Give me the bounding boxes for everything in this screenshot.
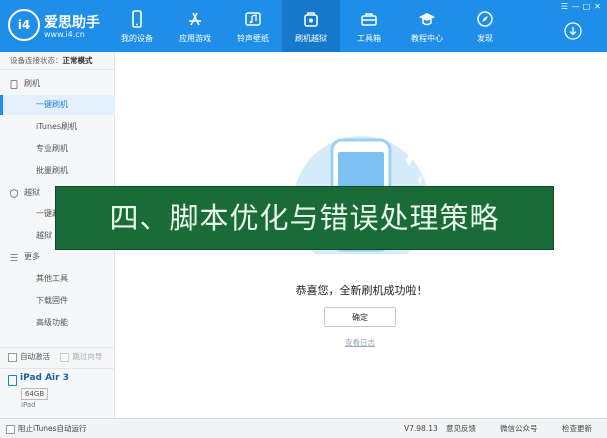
status-label: 设备连接状态： [10, 56, 63, 65]
nav-label: 应用游戏 [179, 34, 211, 43]
sidebar-item-other-tools[interactable]: 其他工具 [0, 269, 115, 289]
nav-label: 发现 [477, 34, 493, 43]
phone-icon [132, 10, 142, 28]
sidebar-item-label: 专业刷机 [36, 144, 68, 153]
device-capacity: 64GB [21, 388, 49, 400]
sidebar-item-one-click-flash[interactable]: 一键刷机 [0, 95, 115, 115]
nav-label: 铃声壁纸 [237, 34, 269, 43]
shield-icon [10, 189, 18, 198]
nav-label: 教程中心 [411, 34, 443, 43]
nav-my-device[interactable]: 我的设备 [108, 0, 166, 52]
device-status: 设备连接状态：正常模式 [0, 52, 115, 70]
sidebar-item-label: 一键刷机 [36, 100, 68, 109]
success-message: 恭喜您，全新刷机成功啦！ [295, 284, 428, 297]
feedback-link[interactable]: 意见反馈 [446, 419, 476, 438]
sidebar-item-itunes-flash[interactable]: iTunes刷机 [0, 117, 115, 137]
skip-guide-checkbox[interactable] [60, 352, 70, 362]
app-store-icon [189, 12, 201, 26]
nav-toolbox[interactable]: 工具箱 [340, 0, 398, 52]
graduation-cap-icon [419, 13, 435, 26]
sidebar-section-flash[interactable]: 刷机 [0, 74, 115, 94]
device-name: iPad Air 3 [20, 373, 69, 383]
compass-icon [477, 11, 493, 27]
brand-name: 爱思助手 [44, 15, 100, 31]
window-controls: ☰ — □ ✕ [559, 2, 603, 11]
auto-activate-checkbox[interactable] [8, 352, 17, 362]
sidebar-item-label: 其他工具 [36, 274, 68, 283]
section-label: 更多 [24, 252, 40, 261]
device-info[interactable]: iPad Air 3 64GB iPad [0, 368, 115, 419]
skip-guide-label: 跳过向导 [72, 352, 103, 361]
confirm-button[interactable]: 确定 [324, 307, 396, 327]
sidebar-item-label: 高级功能 [36, 318, 68, 327]
status-value: 正常模式 [62, 56, 93, 65]
status-bar: 阻止iTunes自动运行 V7.98.13 意见反馈 微信公众号 检查更新 [0, 418, 607, 438]
list-icon [10, 254, 18, 261]
nav-label: 我的设备 [121, 34, 153, 43]
minimize-icon[interactable]: — [570, 2, 581, 11]
nav-label: 工具箱 [357, 34, 381, 43]
close-icon[interactable]: ✕ [592, 2, 603, 11]
sidebar-item-label: 越狱 [36, 231, 52, 240]
auto-activate-label: 自动激活 [20, 352, 50, 361]
sidebar-section-more[interactable]: 更多 [0, 247, 115, 267]
wechat-link[interactable]: 微信公众号 [500, 419, 538, 438]
block-itunes-checkbox[interactable] [6, 424, 15, 434]
nav-label: 刷机越狱 [295, 34, 327, 43]
music-icon [245, 12, 261, 26]
section-label: 越狱 [24, 188, 40, 197]
sidebar-item-batch-flash[interactable]: 批量刷机 [0, 161, 115, 181]
nav-apps-games[interactable]: 应用游戏 [166, 0, 224, 52]
nav-flash-jailbreak[interactable]: 刷机越狱 [282, 0, 340, 52]
device-type: iPad [21, 401, 36, 409]
sidebar-item-pro-flash[interactable]: 专业刷机 [0, 139, 115, 159]
toolbox-icon [361, 13, 377, 26]
nav-ringtones-wallpapers[interactable]: 铃声壁纸 [224, 0, 282, 52]
nav-discover[interactable]: 发现 [456, 0, 514, 52]
sidebar-item-label: 批量刷机 [36, 166, 68, 175]
sidebar-item-advanced[interactable]: 高级功能 [0, 313, 115, 333]
tablet-icon [8, 375, 17, 386]
sidebar-item-label: iTunes刷机 [36, 122, 78, 131]
nav-tutorials[interactable]: 教程中心 [398, 0, 456, 52]
section-label: 刷机 [24, 79, 40, 88]
app-logo: i4 [8, 9, 40, 41]
menu-icon[interactable]: ☰ [559, 2, 570, 11]
download-icon[interactable] [564, 22, 582, 40]
top-header: i4 爱思助手 www.i4.cn 我的设备 应用游戏 铃声壁纸 刷机越狱 工具… [0, 0, 607, 52]
sidebar-item-label: 下载固件 [36, 296, 68, 305]
block-itunes-label: 阻止iTunes自动运行 [18, 424, 87, 433]
view-log-link[interactable]: 查看日志 [116, 337, 604, 348]
jailbreak-icon [304, 12, 318, 27]
version-label: V7.98.13 [404, 424, 438, 433]
sidebar-item-download-firmware[interactable]: 下载固件 [0, 291, 115, 311]
maximize-icon[interactable]: □ [581, 2, 592, 11]
overlay-banner: 四、脚本优化与错误处理策略 [55, 186, 554, 250]
check-update-link[interactable]: 检查更新 [562, 419, 592, 438]
brand-url: www.i4.cn [44, 30, 85, 39]
phone-icon [10, 80, 18, 89]
auto-options: 自动激活 跳过向导 [0, 347, 115, 366]
